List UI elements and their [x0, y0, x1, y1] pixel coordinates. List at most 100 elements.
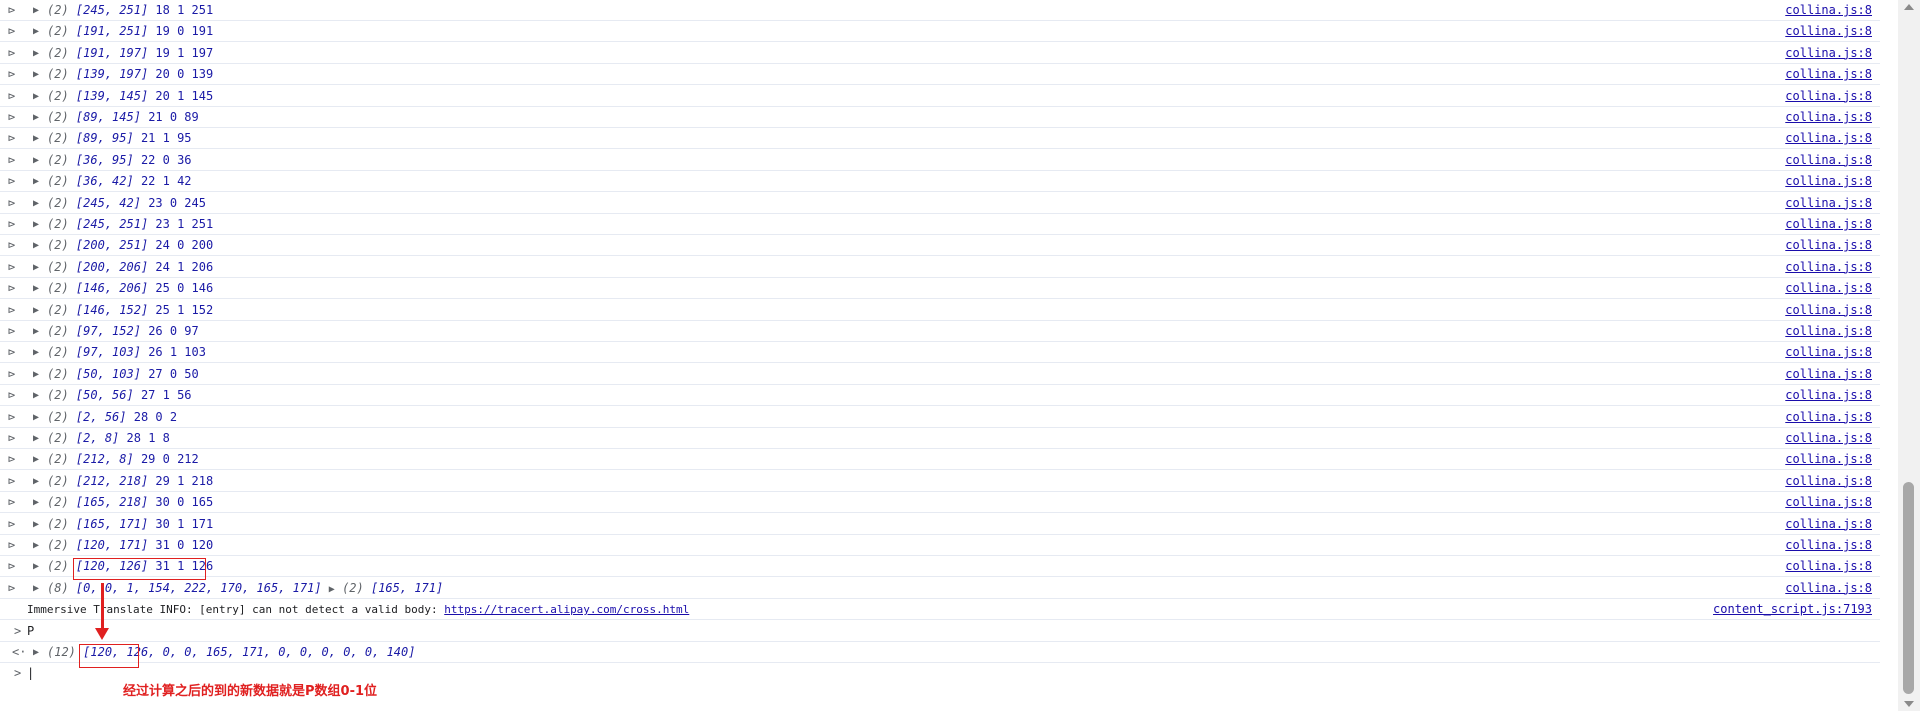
console-log-row[interactable]: ⊳ ▶ (2) [146, 206] 25 0 146 collina.js:8 [0, 278, 1880, 300]
source-link[interactable]: collina.js:8 [1785, 514, 1872, 535]
expand-triangle-icon[interactable]: ▶ [33, 235, 39, 256]
array-preview[interactable]: [89, 145] [76, 110, 141, 124]
array-preview[interactable]: [191, 197] [76, 46, 148, 60]
console-log-row[interactable]: ⊳ ▶ (2) [191, 197] 19 1 197 collina.js:8 [0, 43, 1880, 64]
array-preview[interactable]: [146, 206] [76, 281, 148, 295]
console-log-row[interactable]: ⊳ ▶ (2) [50, 103] 27 0 50 collina.js:8 [0, 364, 1880, 385]
source-link[interactable]: collina.js:8 [1785, 321, 1872, 342]
source-link[interactable]: collina.js:8 [1785, 407, 1872, 428]
expand-triangle-icon[interactable]: ▶ [33, 578, 39, 599]
source-link[interactable]: collina.js:8 [1785, 428, 1872, 449]
console-log-row[interactable]: ⊳ ▶ (2) [2, 56] 28 0 2 collina.js:8 [0, 407, 1880, 428]
array-preview[interactable]: [146, 152] [76, 303, 148, 317]
console-log-row[interactable]: ⊳ ▶ (2) [165, 171] 30 1 171 collina.js:8 [0, 514, 1880, 535]
array-preview[interactable]: [191, 251] [76, 24, 148, 38]
array-preview[interactable]: [120, 171] [76, 538, 148, 552]
array-preview[interactable]: [139, 197] [76, 67, 148, 81]
source-link[interactable]: collina.js:8 [1785, 578, 1872, 599]
info-link[interactable]: https://tracert.alipay.com/cross.html [444, 603, 689, 616]
expand-triangle-icon[interactable]: ▶ [33, 21, 39, 42]
array-preview[interactable]: [50, 103] [76, 367, 141, 381]
array-preview[interactable]: [165, 171] [371, 581, 443, 595]
console-log-row[interactable]: ⊳ ▶ (2) [97, 152] 26 0 97 collina.js:8 [0, 321, 1880, 342]
console-log-row-multi[interactable]: ⊳ ▶ (8) [0, 0, 1, 154, 222, 170, 165, 171]… [0, 578, 1880, 599]
expand-triangle-icon[interactable]: ▶ [33, 128, 39, 149]
scroll-down-icon[interactable] [1904, 701, 1914, 707]
expand-triangle-icon[interactable]: ▶ [33, 321, 39, 342]
source-link[interactable]: collina.js:8 [1785, 364, 1872, 385]
array-preview[interactable]: [97, 152] [76, 324, 141, 338]
array-preview[interactable]: [97, 103] [76, 345, 141, 359]
source-link[interactable]: collina.js:8 [1785, 107, 1872, 128]
console-log-row[interactable]: ⊳ ▶ (2) [89, 145] 21 0 89 collina.js:8 [0, 107, 1880, 128]
array-preview[interactable]: [2, 56] [76, 410, 127, 424]
scrollbar-thumb[interactable] [1903, 482, 1914, 694]
array-preview[interactable]: [2, 8] [76, 431, 119, 445]
expand-triangle-icon[interactable]: ▶ [33, 364, 39, 385]
expand-triangle-icon[interactable]: ▶ [33, 449, 39, 470]
source-link[interactable]: collina.js:8 [1785, 278, 1872, 299]
source-link[interactable]: collina.js:8 [1785, 64, 1872, 85]
console-log-row[interactable]: ⊳ ▶ (2) [212, 218] 29 1 218 collina.js:8 [0, 471, 1880, 492]
scroll-up-icon[interactable] [1904, 4, 1914, 10]
expand-triangle-icon[interactable]: ▶ [33, 471, 39, 492]
console-log-row[interactable]: ⊳ ▶ (2) [89, 95] 21 1 95 collina.js:8 [0, 128, 1880, 150]
array-preview[interactable]: [165, 218] [76, 495, 148, 509]
console-log-row[interactable]: ⊳ ▶ (2) [139, 197] 20 0 139 collina.js:8 [0, 64, 1880, 86]
source-link[interactable]: collina.js:8 [1785, 128, 1872, 149]
console-log-row[interactable]: ⊳ ▶ (2) [191, 251] 19 0 191 collina.js:8 [0, 21, 1880, 43]
console-log-row[interactable]: ⊳ ▶ (2) [36, 42] 22 1 42 collina.js:8 [0, 171, 1880, 193]
expand-triangle-icon[interactable]: ▶ [33, 86, 39, 107]
source-link[interactable]: collina.js:8 [1785, 235, 1872, 256]
array-preview[interactable]: [165, 171] [76, 517, 148, 531]
console-log-row[interactable]: ⊳ ▶ (2) [139, 145] 20 1 145 collina.js:8 [0, 86, 1880, 107]
console-log-row[interactable]: ⊳ ▶ (2) [165, 218] 30 0 165 collina.js:8 [0, 492, 1880, 514]
console-log-row[interactable]: ⊳ ▶ (2) [120, 126] 31 1 126 collina.js:8 [0, 556, 1880, 578]
expand-triangle-icon[interactable]: ▶ [33, 107, 39, 128]
source-link[interactable]: collina.js:8 [1785, 300, 1872, 321]
array-preview[interactable]: [245, 251] [76, 217, 148, 231]
expand-triangle-icon[interactable]: ▶ [33, 193, 39, 214]
console-log-row[interactable]: ⊳ ▶ (2) [245, 251] 18 1 251 collina.js:8 [0, 0, 1880, 21]
source-link[interactable]: collina.js:8 [1785, 214, 1872, 235]
expand-triangle-icon[interactable]: ▶ [33, 642, 39, 663]
expand-triangle-icon[interactable]: ▶ [33, 407, 39, 428]
source-link[interactable]: collina.js:8 [1785, 257, 1872, 278]
console-log-row[interactable]: ⊳ ▶ (2) [146, 152] 25 1 152 collina.js:8 [0, 300, 1880, 321]
console-log-row[interactable]: ⊳ ▶ (2) [97, 103] 26 1 103 collina.js:8 [0, 342, 1880, 364]
expand-triangle-icon[interactable]: ▶ [33, 214, 39, 235]
expand-triangle-icon[interactable]: ▶ [33, 556, 39, 577]
console-result-row[interactable]: <· ▶ (12) [120, 126, 0, 0, 165, 171, 0, 0,… [0, 642, 1880, 663]
console-log-row[interactable]: ⊳ ▶ (2) [50, 56] 27 1 56 collina.js:8 [0, 385, 1880, 407]
source-link[interactable]: collina.js:8 [1785, 171, 1872, 192]
expand-triangle-icon[interactable]: ▶ [33, 342, 39, 363]
expand-triangle-icon[interactable]: ▶ [33, 385, 39, 406]
console-log-row[interactable]: ⊳ ▶ (2) [120, 171] 31 0 120 collina.js:8 [0, 535, 1880, 556]
source-link[interactable]: collina.js:8 [1785, 86, 1872, 107]
source-link[interactable]: collina.js:8 [1785, 193, 1872, 214]
source-link[interactable]: collina.js:8 [1785, 385, 1872, 406]
source-link[interactable]: collina.js:8 [1785, 471, 1872, 492]
source-link[interactable]: collina.js:8 [1785, 0, 1872, 21]
expand-triangle-icon[interactable]: ▶ [33, 43, 39, 64]
console-input-field[interactable]: | [27, 663, 34, 684]
expand-triangle-icon[interactable]: ▶ [33, 492, 39, 513]
console-log-row[interactable]: ⊳ ▶ (2) [245, 251] 23 1 251 collina.js:8 [0, 214, 1880, 235]
array-preview[interactable]: [36, 95] [76, 153, 134, 167]
source-link[interactable]: collina.js:8 [1785, 556, 1872, 577]
vertical-scrollbar[interactable] [1898, 0, 1920, 711]
console-log-row[interactable]: ⊳ ▶ (2) [2, 8] 28 1 8 collina.js:8 [0, 428, 1880, 449]
array-preview[interactable]: [200, 251] [76, 238, 148, 252]
expand-triangle-icon[interactable]: ▶ [33, 428, 39, 449]
array-preview[interactable]: [245, 251] [76, 3, 148, 17]
array-preview[interactable]: [0, 0, 1, 154, 222, 170, 165, 171] [76, 581, 322, 595]
array-preview[interactable]: [212, 8] [76, 452, 134, 466]
console-log-row[interactable]: ⊳ ▶ (2) [36, 95] 22 0 36 collina.js:8 [0, 150, 1880, 171]
expand-triangle-icon[interactable]: ▶ [33, 300, 39, 321]
source-link[interactable]: collina.js:8 [1785, 342, 1872, 363]
expand-triangle-icon[interactable]: ▶ [33, 64, 39, 85]
array-preview[interactable]: [200, 206] [76, 260, 148, 274]
console-log-row[interactable]: ⊳ ▶ (2) [200, 251] 24 0 200 collina.js:8 [0, 235, 1880, 257]
expand-triangle-icon[interactable]: ▶ [33, 0, 39, 21]
source-link[interactable]: collina.js:8 [1785, 21, 1872, 42]
